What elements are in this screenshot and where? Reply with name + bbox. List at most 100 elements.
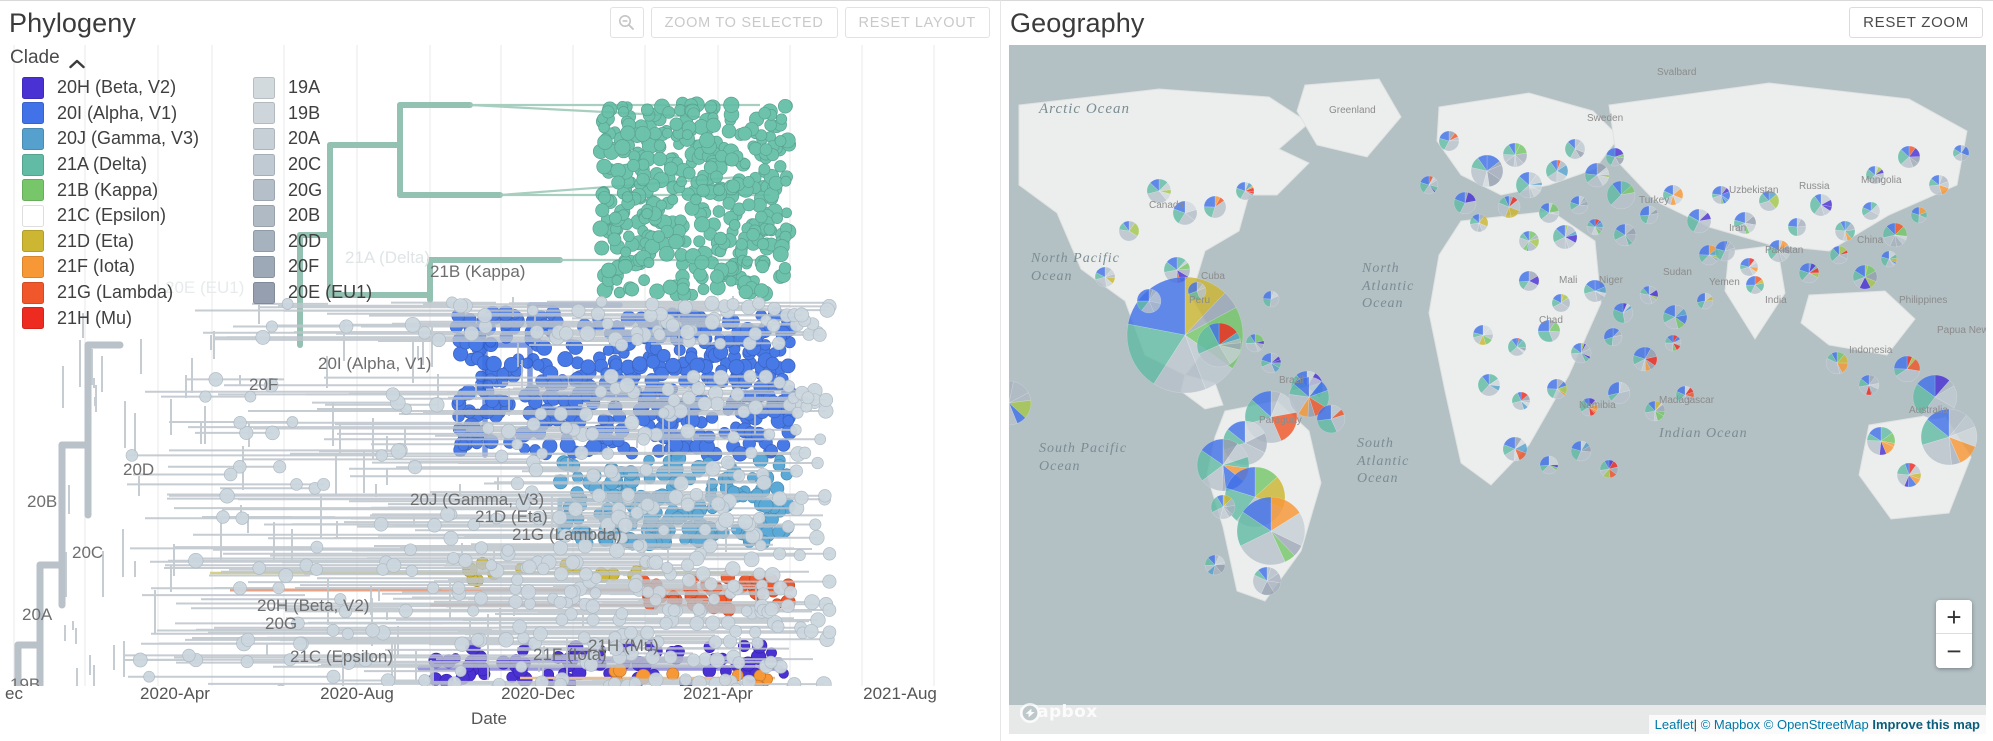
legend-swatch [253,153,276,176]
map-attribution: Leaflet| © Mapbox © OpenStreetMap Improv… [1648,715,1986,734]
nextstrain-app: Phylogeny ZOOM TO SELECTED RESET LAYOUT [0,0,1993,741]
tip-cloud-delta [592,96,797,302]
magnifier-minus-icon [618,14,635,31]
legend-swatch [22,179,44,202]
mapbox-link[interactable]: © Mapbox [1701,717,1760,732]
legend-item-21c-epsilon-[interactable]: 21C (Epsilon) [22,203,199,229]
legend-item-label: 20A [288,128,321,149]
legend-swatch [22,127,44,150]
legend-item-label: 19B [288,102,321,123]
legend-item-label: 21B (Kappa) [57,179,159,200]
tree-label-21D: 21D (Eta) [475,507,548,526]
zoom-to-selected-button[interactable]: ZOOM TO SELECTED [650,7,838,38]
tree-label-20F: 20F [249,375,278,394]
tree-label-20C: 20C [72,543,103,562]
legend-item-label: 20H (Beta, V2) [57,77,177,98]
legend-item-19b[interactable]: 19B [253,101,372,127]
leaflet-link[interactable]: Leaflet [1655,717,1694,732]
tree-label-20A: 20A [22,605,53,624]
reset-zoom-button[interactable]: RESET ZOOM [1849,7,1983,38]
zoom-out-button[interactable] [609,7,644,38]
reset-layout-button[interactable]: RESET LAYOUT [844,7,990,38]
legend-item-label: 20D [288,230,322,251]
world-map[interactable]: Arctic Ocean North Pacific Ocean North Atl… [1009,45,1986,734]
legend-swatch [253,179,276,202]
legend-swatch [253,204,276,227]
tree-label-20H: 20H (Beta, V2) [257,596,369,615]
legend-swatch [22,153,44,176]
legend-swatch [22,230,44,253]
legend-swatch [253,102,276,125]
legend-item-label: 20I (Alpha, V1) [57,102,178,123]
legend-item-21g-lambda-[interactable]: 21G (Lambda) [22,280,199,306]
legend-item-21d-eta-[interactable]: 21D (Eta) [22,229,199,255]
x-axis-title: Date [471,709,507,728]
legend-item-20b[interactable]: 20B [253,203,372,229]
legend-item-label: 20G [288,179,323,200]
legend-column-clades: 20H (Beta, V2) 20I (Alpha, V1) 20J (Gamma,… [22,75,199,331]
mapbox-mark-icon [1020,703,1040,723]
geography-header: Geography RESET ZOOM [1001,1,1993,45]
improve-map-link[interactable]: Improve this map [1872,717,1980,732]
legend-column-basal: 19A 19B 20A 20C 20G 20B 20D 20F 20E (EU1) [253,75,372,331]
legend-item-19a[interactable]: 19A [253,75,372,101]
legend-swatch [253,76,276,99]
geography-toolbar: RESET ZOOM [1849,7,1983,38]
legend-title: Clade [10,47,60,68]
legend-item-20e-eu1-[interactable]: 20E (EU1) [253,280,372,306]
mapbox-logo[interactable]: mapbox [1019,702,1098,723]
legend-swatch [22,102,44,125]
legend-item-21f-iota-[interactable]: 21F (Iota) [22,254,199,280]
legend-item-label: 21C (Epsilon) [57,205,167,226]
tree-label-21C: 21C (Epsilon) [290,647,393,666]
legend-header[interactable]: Clade [10,47,372,69]
legend-swatch [22,281,44,304]
tree-label-21G: 21G (Lambda) [512,525,622,544]
geography-title: Geography [1010,7,1145,38]
legend-item-label: 20F [288,256,320,277]
legend-item-20c[interactable]: 20C [253,152,372,178]
legend-item-label: 20J (Gamma, V3) [57,128,200,149]
legend-item-label: 21G (Lambda) [57,282,174,303]
legend-swatch [253,281,276,304]
axis-tick-4: 2021-Apr [683,684,753,703]
legend-item-20h-beta-v2-[interactable]: 20H (Beta, V2) [22,75,199,101]
legend-item-label: 21D (Eta) [57,230,135,251]
legend-item-21h-mu-[interactable]: 21H (Mu) [22,305,199,331]
legend-item-21b-kappa-[interactable]: 21B (Kappa) [22,177,199,203]
map-svg [1009,45,1986,734]
axis-tick-5: 2021-Aug [863,684,937,703]
legend-item-20i-alpha-v1-[interactable]: 20I (Alpha, V1) [22,101,199,127]
legend-item-20g[interactable]: 20G [253,177,372,203]
clade-legend: Clade 20H (Beta, V2) 20I (Alpha, V1) 20J (… [10,47,372,331]
legend-item-20j-gamma-v3-[interactable]: 20J (Gamma, V3) [22,126,199,152]
legend-item-label: 21A (Delta) [57,154,148,175]
axis-tick-2: 2020-Aug [320,684,394,703]
zoom-out-button-map[interactable]: − [1936,634,1972,668]
attrib-separator: | [1693,717,1698,732]
legend-item-label: 20E (EU1) [288,282,373,303]
geography-panel: Geography RESET ZOOM Arctic Ocean North … [1000,0,1993,741]
page-title: Phylogeny [9,7,136,38]
legend-swatch [253,255,276,278]
axis-tick-0: ec [5,684,23,703]
legend-item-20a[interactable]: 20A [253,126,372,152]
zoom-in-button[interactable]: + [1936,600,1972,634]
phylogeny-header: Phylogeny ZOOM TO SELECTED RESET LAYOUT [0,1,1000,45]
legend-swatch [253,230,276,253]
osm-link[interactable]: © OpenStreetMap [1764,717,1869,732]
map-zoom-controls: + − [1936,600,1972,668]
tree-label-20B: 20B [27,492,57,511]
tree-label-20D: 20D [123,460,154,479]
legend-item-21a-delta-[interactable]: 21A (Delta) [22,152,199,178]
legend-item-label: 21H (Mu) [57,307,133,328]
chevron-up-icon[interactable] [68,53,85,69]
legend-swatch [22,204,44,227]
phylogeny-toolbar: ZOOM TO SELECTED RESET LAYOUT [609,7,990,38]
legend-item-20d[interactable]: 20D [253,229,372,255]
axis-tick-1: 2020-Apr [140,684,210,703]
legend-item-20f[interactable]: 20F [253,254,372,280]
legend-item-label: 19A [288,77,321,98]
legend-swatch [22,76,44,99]
legend-item-label: 20B [288,205,321,226]
